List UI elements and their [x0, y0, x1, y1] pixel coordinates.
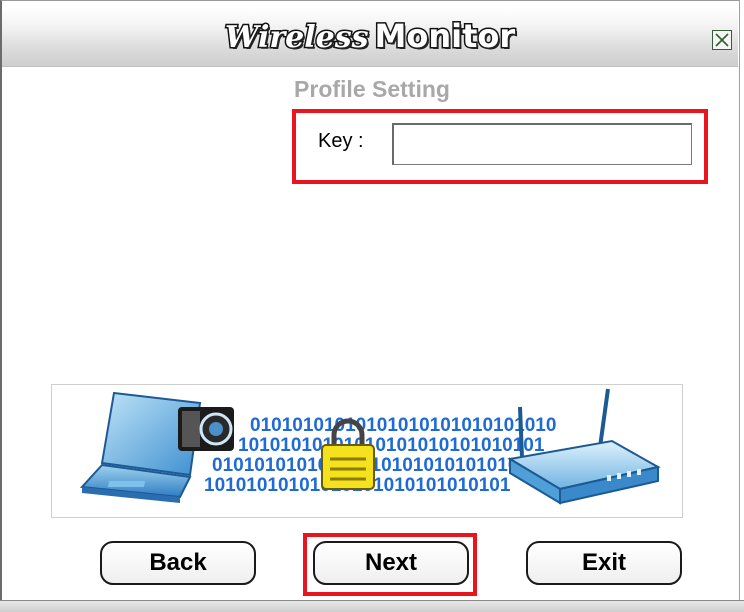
- key-input[interactable]: [392, 123, 692, 165]
- close-button[interactable]: [712, 30, 732, 50]
- page-subtitle: Profile Setting: [294, 76, 450, 102]
- title-bar[interactable]: Wireless Monitor: [2, 8, 738, 67]
- key-label: Key :: [318, 130, 364, 152]
- banner-illustration: 01010101010101010101010101010 1010101010…: [79, 388, 661, 505]
- camera-icon: [178, 407, 234, 451]
- close-icon: [715, 33, 729, 47]
- binary-row-1: 01010101010101010101010101010: [250, 415, 556, 436]
- app-title: Wireless Monitor: [2, 16, 738, 57]
- binary-row-2: 10101010101010101010101010101: [238, 435, 545, 456]
- exit-button[interactable]: Exit: [526, 541, 682, 585]
- next-button-highlight: [303, 533, 477, 596]
- title-monitor: Monitor: [373, 16, 517, 57]
- back-button[interactable]: Back: [100, 541, 256, 585]
- window-bottom-border: [0, 600, 744, 612]
- security-banner: 01010101010101010101010101010 1010101010…: [51, 384, 683, 518]
- binary-stream: 01010101010101010101010101010 1010101010…: [204, 415, 556, 496]
- title-wireless: Wireless: [223, 19, 370, 57]
